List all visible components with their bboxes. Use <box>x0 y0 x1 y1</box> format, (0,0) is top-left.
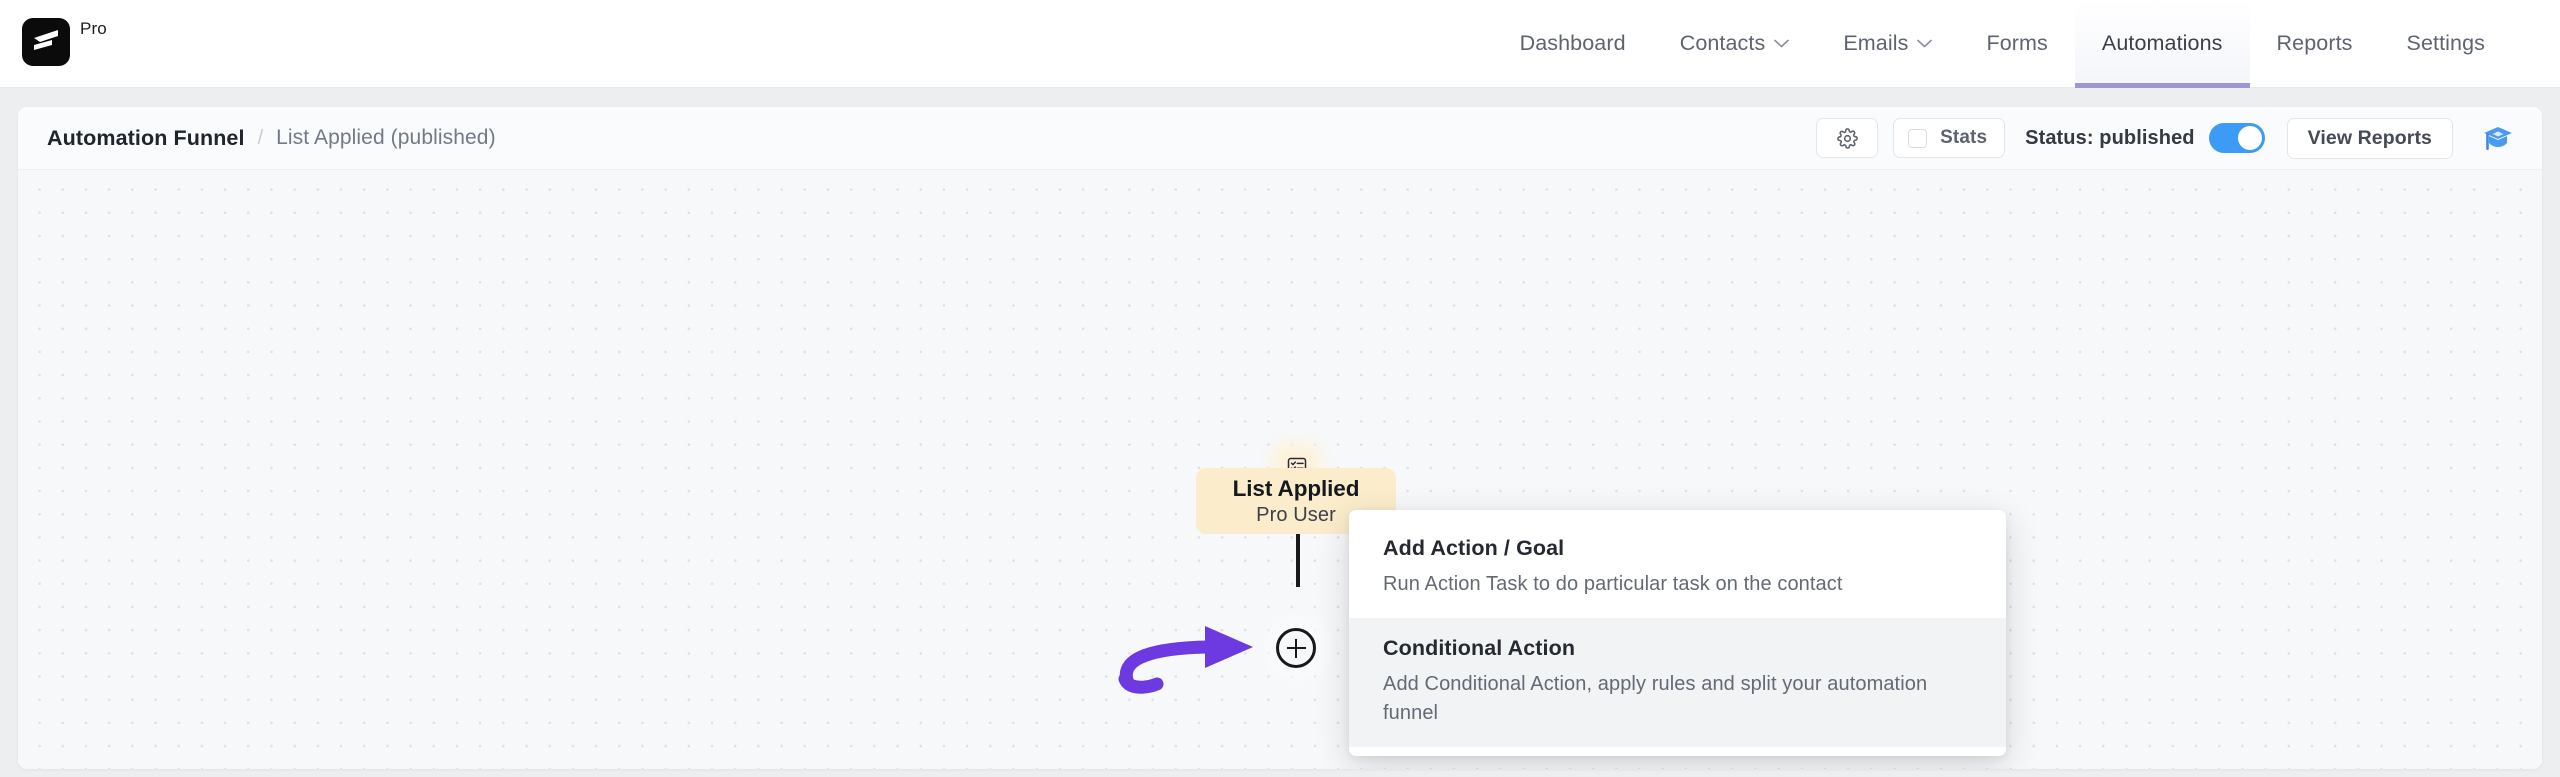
status-badge: Status: published <box>2025 126 2195 149</box>
nav-item-settings[interactable]: Settings <box>2380 0 2513 88</box>
top-navigation-bar: Pro Dashboard Contacts Emails Forms Auto… <box>0 0 2560 88</box>
gear-icon <box>1836 127 1858 149</box>
nav-label: Automations <box>2101 31 2223 55</box>
nav-label: Emails <box>1843 31 1909 55</box>
status-toggle[interactable] <box>2208 123 2265 153</box>
nav-item-dashboard[interactable]: Dashboard <box>1493 0 1653 88</box>
status-control: Status: published <box>2025 123 2265 153</box>
nav-item-emails[interactable]: Emails <box>1816 0 1959 88</box>
dropdown-item-conditional-action[interactable]: Conditional Action Add Conditional Actio… <box>1349 618 2006 748</box>
view-reports-label: View Reports <box>2307 126 2432 149</box>
header-toolbar: Stats Status: published View Reports <box>1816 117 2520 159</box>
dropdown-item-add-action-goal[interactable]: Add Action / Goal Run Action Task to do … <box>1349 518 2006 618</box>
dropdown-item-description: Add Conditional Action, apply rules and … <box>1383 673 1928 724</box>
fluentcrm-logo-icon <box>22 18 70 66</box>
main-nav: Dashboard Contacts Emails Forms Automati… <box>1493 0 2560 88</box>
funnel-header: Automation Funnel / List Applied (publis… <box>18 107 2542 170</box>
nav-label: Dashboard <box>1519 31 1626 55</box>
stats-label: Stats <box>1940 127 1988 148</box>
node-subtitle: Pro User <box>1256 503 1336 526</box>
breadcrumb-current: List Applied (published) <box>276 126 496 149</box>
node-title: List Applied <box>1232 475 1360 501</box>
dropdown-item-title: Add Action / Goal <box>1383 536 1565 560</box>
help-docs-button[interactable] <box>2476 118 2520 158</box>
nav-item-reports[interactable]: Reports <box>2250 0 2380 88</box>
dropdown-item-title: Conditional Action <box>1383 636 1576 661</box>
stats-checkbox[interactable] <box>1908 128 1928 148</box>
graduation-cap-icon <box>2484 126 2512 150</box>
nav-item-automations[interactable]: Automations <box>2074 0 2250 88</box>
toggle-knob <box>2237 126 2262 150</box>
brand-logo[interactable]: Pro <box>22 0 107 87</box>
nav-item-contacts[interactable]: Contacts <box>1653 0 1817 88</box>
page-title: Automation Funnel <box>47 125 245 150</box>
node-connector-line <box>1295 534 1300 587</box>
annotation-curved-arrow <box>1118 626 1253 694</box>
stats-toggle-button[interactable]: Stats <box>1893 118 2006 158</box>
nav-label: Forms <box>1986 31 2048 55</box>
breadcrumb-separator: / <box>257 126 264 149</box>
nav-label: Reports <box>2276 31 2353 55</box>
automation-funnel-panel: Automation Funnel / List Applied (publis… <box>18 107 2542 769</box>
brand-tag: Pro <box>80 19 107 38</box>
chevron-down-icon <box>1917 39 1933 48</box>
funnel-canvas[interactable]: List Applied Pro User Add Action / Goal … <box>18 170 2542 769</box>
nav-item-forms[interactable]: Forms <box>1959 0 2074 88</box>
add-node-dropdown: Add Action / Goal Run Action Task to do … <box>1349 510 2006 757</box>
view-reports-button[interactable]: View Reports <box>2286 117 2453 159</box>
chevron-down-icon <box>1774 39 1790 48</box>
settings-button[interactable] <box>1816 118 1879 158</box>
dropdown-item-description: Run Action Task to do particular task on… <box>1383 573 1843 595</box>
nav-label: Settings <box>2406 31 2485 55</box>
nav-label: Contacts <box>1679 31 1766 55</box>
